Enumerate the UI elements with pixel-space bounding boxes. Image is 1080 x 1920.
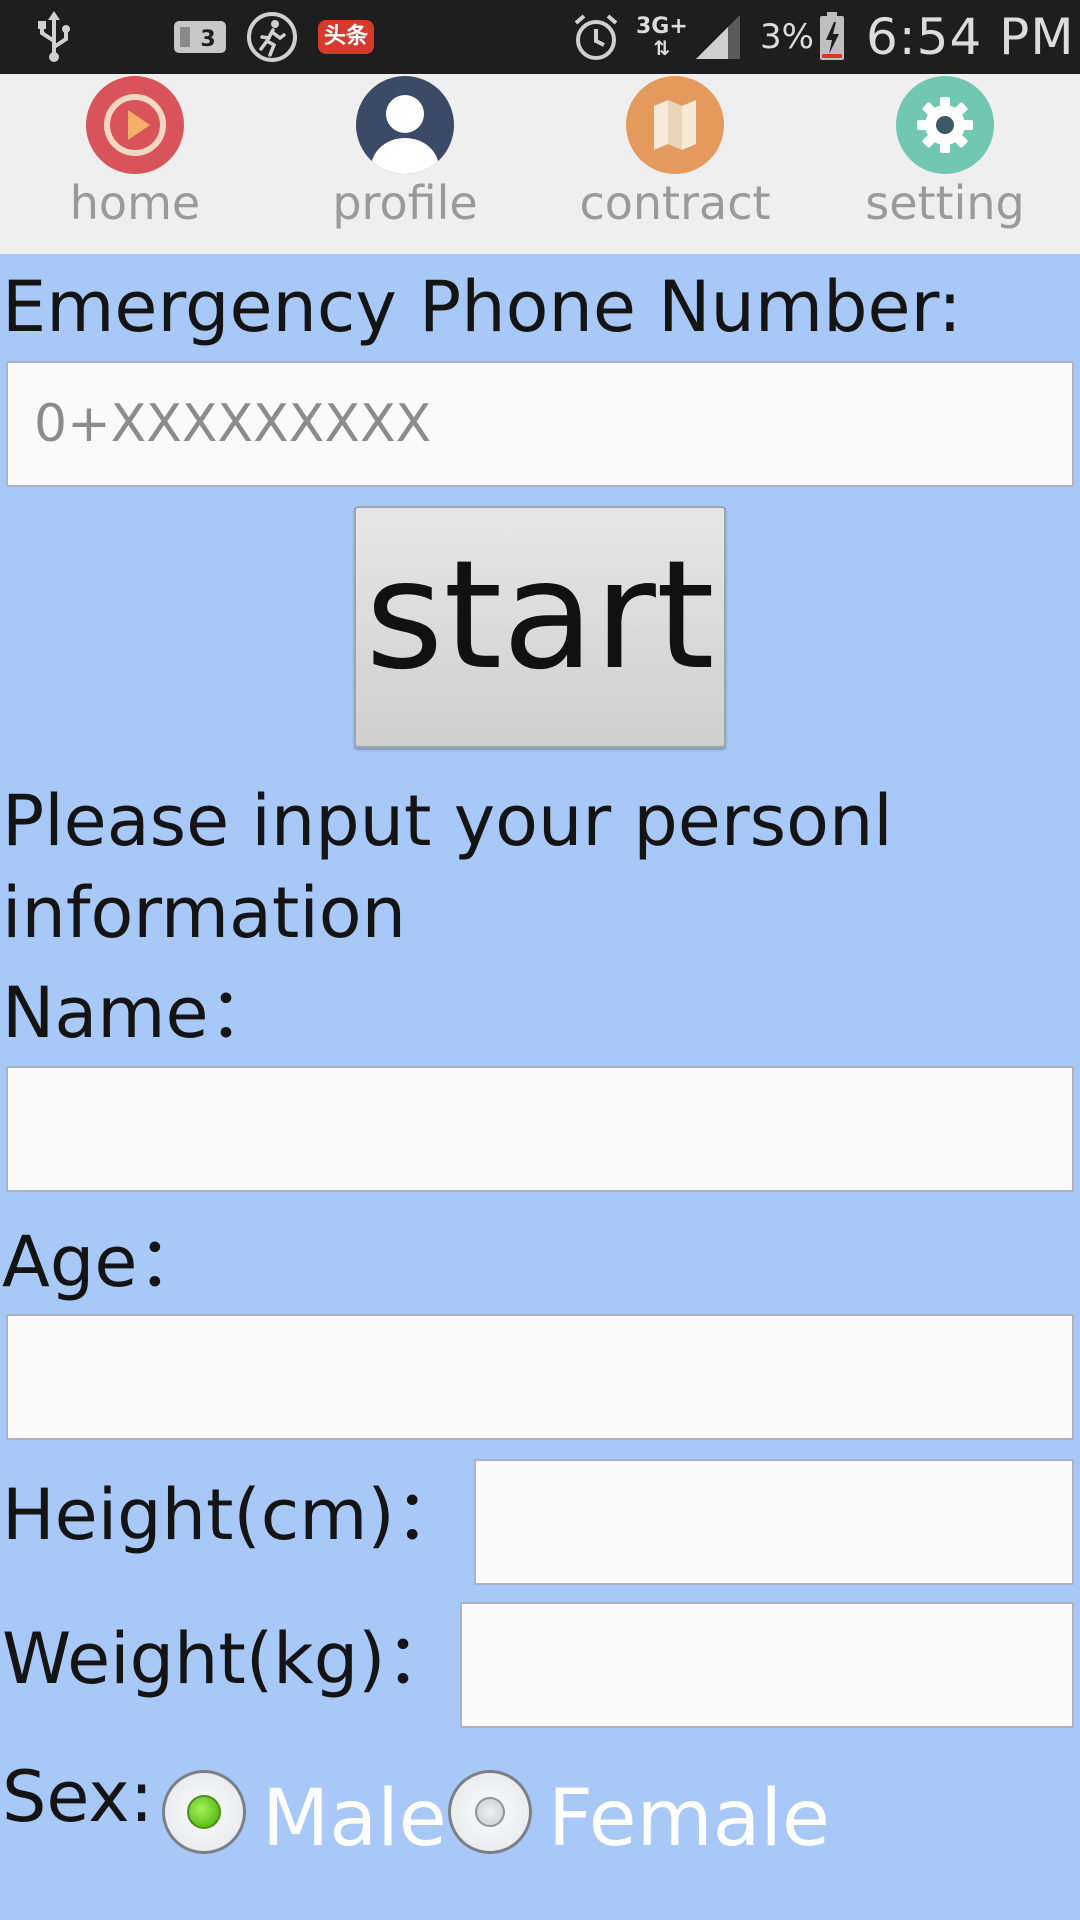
female-radio-label[interactable]: Female bbox=[548, 1780, 830, 1858]
tab-bar: home profile contract setting bbox=[0, 74, 1080, 254]
usb-icon bbox=[34, 0, 74, 74]
sex-label: Sex: bbox=[2, 1756, 154, 1838]
tab-profile-label: profile bbox=[332, 176, 478, 230]
battery-percent: 3% bbox=[760, 17, 814, 57]
emergency-phone-input[interactable] bbox=[6, 361, 1074, 487]
radio-selected-indicator bbox=[187, 1795, 221, 1829]
tab-setting-label: setting bbox=[865, 176, 1025, 230]
height-label: Height(cm)： bbox=[2, 1474, 465, 1556]
name-input[interactable] bbox=[6, 1066, 1074, 1192]
alarm-icon bbox=[570, 0, 622, 74]
male-radio[interactable] bbox=[162, 1770, 246, 1854]
network-icon: 3G+ ⇅ bbox=[636, 14, 688, 60]
name-label: Name： bbox=[2, 972, 279, 1054]
play-icon bbox=[86, 76, 184, 174]
tab-home-label: home bbox=[69, 176, 201, 230]
age-label: Age： bbox=[2, 1221, 208, 1303]
radio-unselected-indicator bbox=[475, 1797, 505, 1827]
emergency-phone-label: Emergency Phone Number: bbox=[2, 266, 962, 348]
battery-icon bbox=[818, 0, 846, 74]
female-radio[interactable] bbox=[448, 1770, 532, 1854]
tab-profile[interactable]: profile bbox=[270, 74, 540, 254]
tab-setting[interactable]: setting bbox=[810, 74, 1080, 254]
start-button[interactable]: start bbox=[354, 506, 726, 748]
network-type: 3G+ bbox=[636, 14, 688, 39]
runner-icon bbox=[246, 0, 298, 74]
status-bar: 3 头条 3G+ ⇅ 3% 6:54 PM bbox=[0, 0, 1080, 74]
weight-input[interactable] bbox=[460, 1602, 1074, 1728]
news-badge-text: 头条 bbox=[318, 20, 375, 54]
personal-info-prompt: Please input your personl information bbox=[2, 780, 893, 954]
gear-icon bbox=[896, 76, 994, 174]
male-radio-label[interactable]: Male bbox=[262, 1780, 447, 1858]
tab-home[interactable]: home bbox=[0, 74, 270, 254]
notification-icon: 3 bbox=[172, 0, 228, 74]
map-icon bbox=[626, 76, 724, 174]
signal-icon bbox=[694, 0, 742, 74]
news-icon: 头条 bbox=[318, 0, 375, 74]
age-input[interactable] bbox=[6, 1314, 1074, 1440]
tab-contract[interactable]: contract bbox=[540, 74, 810, 254]
person-icon bbox=[356, 76, 454, 174]
tab-contract-label: contract bbox=[579, 176, 771, 230]
height-input[interactable] bbox=[474, 1459, 1074, 1585]
svg-text:3: 3 bbox=[200, 27, 215, 52]
weight-label: Weight(kg)： bbox=[2, 1618, 456, 1700]
status-time: 6:54 PM bbox=[866, 8, 1075, 66]
